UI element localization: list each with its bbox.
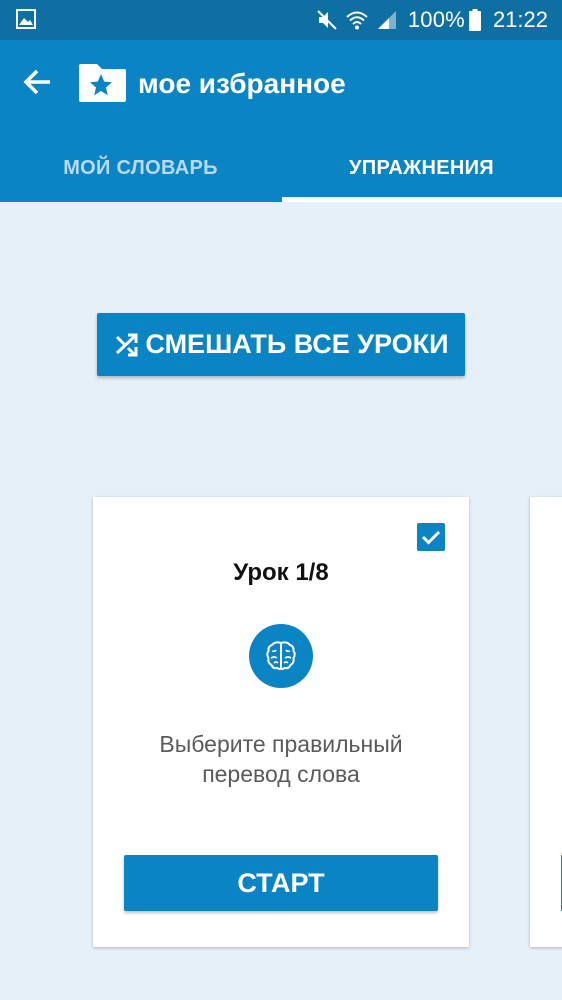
wifi-icon: [346, 11, 368, 30]
battery-percent: 100%: [407, 7, 465, 32]
shuffle-button-label: СМЕШАТЬ ВСЕ УРОКИ: [145, 329, 449, 359]
active-tab-indicator: [282, 197, 562, 202]
tab-exercises[interactable]: УПРАЖНЕНИЯ: [281, 134, 562, 202]
check-icon: [421, 530, 441, 545]
battery-icon: [468, 9, 481, 31]
lesson-title: Урок 1/8: [233, 559, 329, 586]
shuffle-icon: [116, 333, 138, 356]
brain-icon: [249, 624, 313, 688]
start-button[interactable]: СТАРТ: [124, 855, 438, 911]
lesson-checkbox[interactable]: [417, 523, 445, 551]
arrow-left-icon[interactable]: [20, 64, 56, 100]
status-icons: 100% 21:22: [308, 0, 548, 40]
shuffle-all-lessons-button[interactable]: СМЕШАТЬ ВСЕ УРОКИ: [97, 313, 465, 376]
star-folder-icon: [79, 64, 126, 102]
signal-icon: [377, 11, 396, 29]
tab-my-dictionary[interactable]: МОЙ СЛОВАРЬ: [0, 134, 281, 202]
gallery-icon: [16, 9, 36, 29]
lesson-description: Выберите правильный перевод слова: [159, 731, 403, 787]
page-title: мое избранное: [138, 68, 346, 99]
mute-icon: [317, 10, 337, 30]
next-lesson-card[interactable]: [530, 497, 562, 947]
status-bar: 100% 21:22: [0, 0, 562, 40]
lesson-card: Урок 1/8 Выберите правильный перевод сло…: [93, 497, 469, 947]
clock: 21:22: [492, 7, 548, 32]
app-bar: мое избранное МОЙ СЛОВАРЬ УПРАЖНЕНИЯ: [0, 40, 562, 202]
tab-bar: МОЙ СЛОВАРЬ УПРАЖНЕНИЯ: [0, 134, 562, 202]
